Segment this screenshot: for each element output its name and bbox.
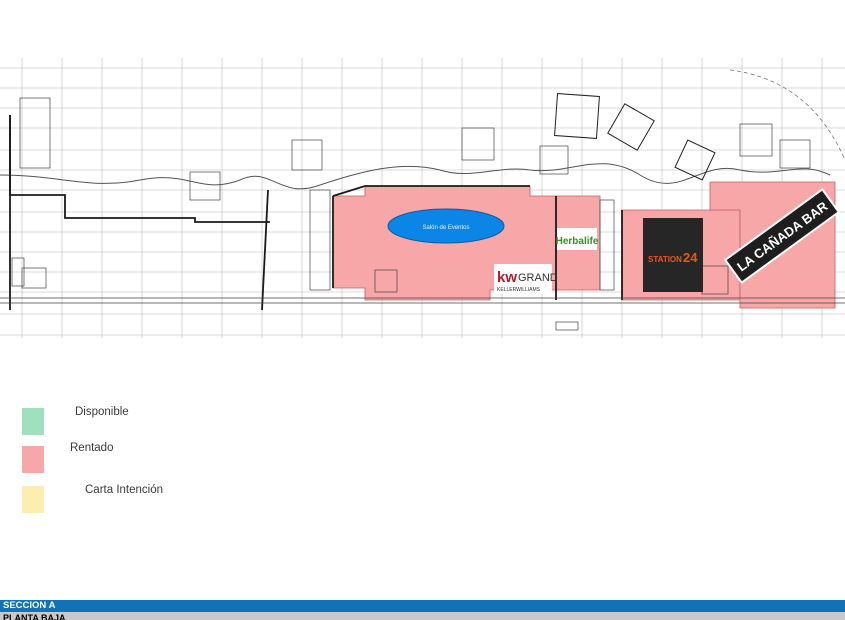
event-hall-label: Salón de Eventos	[422, 225, 469, 231]
station-logo-name: STATION	[648, 255, 682, 264]
legend-swatch	[22, 486, 44, 513]
legend-label: Disponible	[75, 406, 129, 418]
legend-swatch	[22, 446, 44, 473]
herbalife-logo: Herbalife	[556, 236, 599, 247]
section-banner: SECCION A	[0, 600, 845, 612]
site-boundary-curve	[0, 163, 831, 190]
station-logo-number: 24	[683, 250, 698, 265]
floor-plan: Salón de Eventos Herbalife kw GRAND KELL…	[0, 58, 845, 338]
legend-swatch	[22, 408, 44, 435]
legend-label: Rentado	[70, 442, 114, 454]
kw-logo-brand: kw	[497, 269, 517, 286]
legend-label: Carta Intención	[85, 484, 163, 496]
kw-logo-sub: KELLERWILLIAMS	[497, 287, 541, 293]
boundary-arc	[729, 69, 845, 161]
kw-logo-grand: GRAND	[518, 272, 558, 284]
rotated-blocks	[554, 93, 716, 181]
floor-banner: PLANTA BAJA	[0, 612, 845, 620]
